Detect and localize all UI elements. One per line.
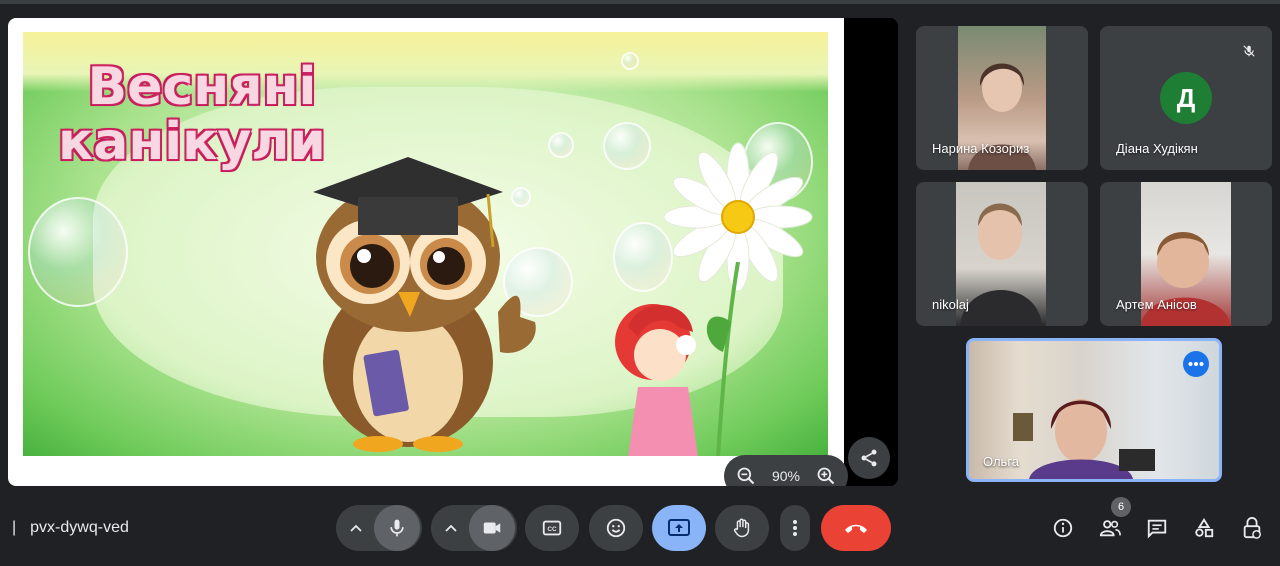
meeting-details-button[interactable] [1047,512,1079,544]
meet-window: Весняні канікули 90% Нарина Козориз Д Ді… [0,0,1280,566]
shared-slide-frame: Весняні канікули [8,18,844,486]
avatar: Д [1160,72,1212,124]
camera-button[interactable] [469,505,515,551]
participant-name: Діана Худікян [1116,141,1198,156]
participant-name: Артем Анісов [1116,297,1197,312]
info-icon [1053,518,1073,538]
participant-name: Нарина Козориз [932,141,1030,156]
zoom-out-icon[interactable] [734,464,758,486]
leave-call-button[interactable] [821,505,891,551]
activities-button[interactable] [1188,512,1220,544]
emoji-button[interactable] [589,505,643,551]
shared-slide: Весняні канікули [23,32,828,456]
zoom-level: 90% [771,468,801,484]
participant-video [956,182,1046,326]
meeting-code-separator: | [12,519,17,536]
more-options-button[interactable] [780,505,810,551]
hangup-icon [845,524,867,533]
svg-text:CC: CC [547,526,557,533]
captions-button[interactable]: CC [525,505,579,551]
self-name: Ольга [983,454,1020,469]
chat-button[interactable] [1141,512,1173,544]
top-divider [0,0,1280,4]
meeting-info: | pvx-dywq-ved [0,518,129,538]
participant-tile[interactable]: Д Діана Худікян [1100,26,1272,170]
lock-icon [1243,517,1261,539]
camera-control-group [431,505,517,551]
mic-control-group [336,505,422,551]
slide-title: Весняні канікули [58,57,326,169]
mic-off-icon [1236,38,1262,64]
captions-icon: CC [542,520,562,536]
people-icon [1099,520,1121,537]
participant-tile[interactable]: Артем Анісов [1100,182,1272,326]
host-controls-button[interactable] [1236,512,1268,544]
presentation-area: Весняні канікули 90% [8,18,898,486]
bubble-image [548,132,574,158]
bubble-image [603,122,651,170]
mic-icon [390,519,404,537]
slide-title-line1: Весняні [87,57,317,117]
self-view-tile[interactable]: Ольга [966,338,1222,482]
raise-hand-button[interactable] [715,505,769,551]
participant-tile[interactable]: nikolaj [916,182,1088,326]
present-button[interactable] [652,505,706,551]
participant-tile[interactable]: Нарина Козориз [916,26,1088,170]
activities-icon [1195,518,1214,538]
chevron-up-icon[interactable] [433,505,469,551]
people-button[interactable] [1094,512,1126,544]
camera-icon [483,522,501,534]
slide-title-line2: канікули [58,111,326,172]
more-vert-icon [793,520,797,536]
girl-image [615,304,698,456]
raise-hand-icon [733,518,750,538]
emoji-icon [606,518,626,538]
chevron-up-icon[interactable] [338,505,374,551]
mic-button[interactable] [374,505,420,551]
more-options-icon[interactable] [1183,351,1209,377]
zoom-in-icon[interactable] [814,464,838,486]
zoom-controls: 90% [724,455,848,486]
chat-icon [1147,519,1167,539]
bubble-image [621,52,639,70]
bubble-image [28,197,128,307]
meeting-code: pvx-dywq-ved [30,519,129,536]
share-icon[interactable] [848,437,890,479]
owl-image [313,157,536,452]
participant-name: nikolaj [932,297,969,312]
present-icon [668,519,690,536]
